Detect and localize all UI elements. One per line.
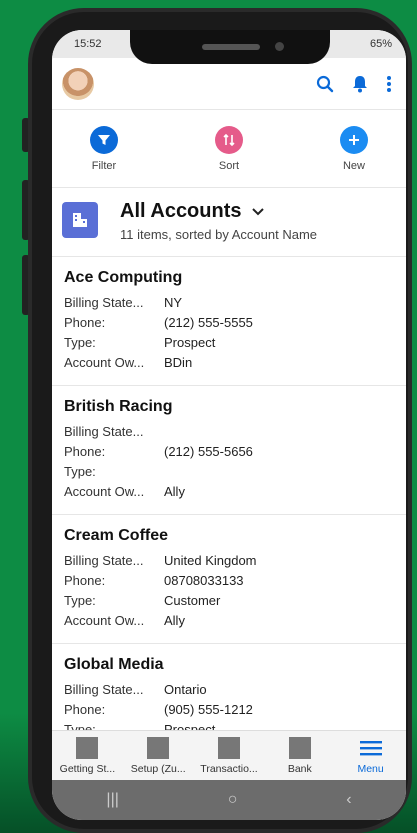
android-nav-bar: ||| ○ ‹ [52, 780, 406, 820]
record-name: Ace Computing [64, 269, 183, 286]
field-value: BDin [164, 355, 193, 370]
page-title: All Accounts [120, 200, 242, 222]
field-label: Phone: [64, 573, 106, 588]
field-label: Account Ow... [64, 484, 145, 499]
plus-icon [340, 125, 368, 154]
field-value: Customer [164, 593, 221, 608]
list-view-selector[interactable]: All Accounts [120, 200, 317, 223]
new-label: New [342, 159, 365, 172]
field-label: Billing State... [64, 295, 144, 310]
tab-placeholder-icon [217, 737, 240, 759]
record-name: Global Media [64, 656, 164, 673]
tab-label: Getting St... [59, 763, 116, 775]
menu-icon [359, 741, 382, 756]
field-value: (212) 555-5555 [164, 315, 253, 330]
home-button[interactable]: ○ [228, 791, 238, 809]
tab-placeholder-icon [288, 737, 311, 759]
search-icon[interactable] [316, 75, 334, 93]
field-label: Type: [64, 464, 96, 479]
field-value: Ally [164, 613, 185, 628]
tab-getting-started[interactable]: Getting St... [52, 731, 123, 780]
tab-label: Setup (Zu... [130, 763, 186, 775]
list-item[interactable]: Ace Computing Billing State... NY Phone: (… [52, 257, 406, 386]
field-value: Prospect [164, 335, 216, 350]
field-value: (212) 555-5656 [164, 444, 253, 459]
tab-placeholder-icon [76, 737, 99, 759]
sort-icon [215, 125, 243, 154]
tab-menu[interactable]: Menu [335, 731, 406, 780]
list-item[interactable]: Cream Coffee Billing State... United King… [52, 515, 406, 644]
field-label: Billing State... [64, 682, 144, 697]
field-label: Account Ow... [64, 355, 145, 370]
filter-icon [90, 125, 118, 154]
status-time: 15:52 [74, 38, 102, 50]
filter-button[interactable]: Filter [74, 125, 134, 172]
recents-button[interactable]: ||| [106, 791, 118, 809]
bottom-tab-bar: Getting St... Setup (Zu... Transactio...… [52, 730, 406, 780]
field-label: Billing State... [64, 424, 144, 439]
field-label: Phone: [64, 444, 106, 459]
phone-screen: 15:52 65% Filter Sort New All Accounts 1… [52, 30, 406, 820]
field-value: NY [164, 295, 183, 310]
list-header: All Accounts 11 items, sorted by Account… [52, 188, 406, 257]
list-item[interactable]: British Racing Billing State... Phone: (2… [52, 386, 406, 515]
field-label: Phone: [64, 702, 106, 717]
speaker-icon [202, 44, 260, 50]
field-label: Type: [64, 593, 96, 608]
tab-placeholder-icon [147, 737, 170, 759]
new-button[interactable]: New [324, 125, 384, 172]
tab-transactions[interactable]: Transactio... [194, 731, 265, 780]
field-value: Ontario [164, 682, 207, 697]
field-label: Phone: [64, 315, 106, 330]
field-value: (905) 555-1212 [164, 702, 253, 717]
action-bar: Filter Sort New [52, 110, 406, 188]
bell-icon[interactable] [352, 75, 368, 93]
back-button[interactable]: ‹ [346, 791, 351, 809]
status-battery: 65% [369, 38, 392, 50]
avatar[interactable] [62, 67, 94, 100]
tab-label: Transactio... [200, 763, 258, 775]
field-value: 08708033133 [164, 573, 244, 588]
field-value: Ally [164, 484, 185, 499]
record-name: Cream Coffee [64, 527, 169, 544]
accounts-icon [62, 202, 98, 238]
camera-icon [275, 42, 284, 51]
app-header [52, 58, 406, 110]
field-value: United Kingdom [164, 553, 257, 568]
tab-bank[interactable]: Bank [264, 731, 335, 780]
list-subtitle: 11 items, sorted by Account Name [120, 227, 318, 242]
sort-label: Sort [218, 159, 240, 172]
tab-label: Bank [287, 763, 312, 775]
field-label: Type: [64, 335, 96, 350]
filter-label: Filter [91, 159, 117, 172]
more-vertical-icon[interactable] [386, 75, 392, 93]
record-name: British Racing [64, 398, 173, 415]
tab-setup[interactable]: Setup (Zu... [123, 731, 194, 780]
sort-button[interactable]: Sort [199, 125, 259, 172]
field-label: Account Ow... [64, 613, 145, 628]
record-list: Ace Computing Billing State... NY Phone: (… [52, 257, 406, 779]
chevron-down-icon [251, 207, 264, 215]
camera-notch [130, 30, 330, 64]
field-label: Billing State... [64, 553, 144, 568]
tab-label: Menu [357, 763, 384, 775]
